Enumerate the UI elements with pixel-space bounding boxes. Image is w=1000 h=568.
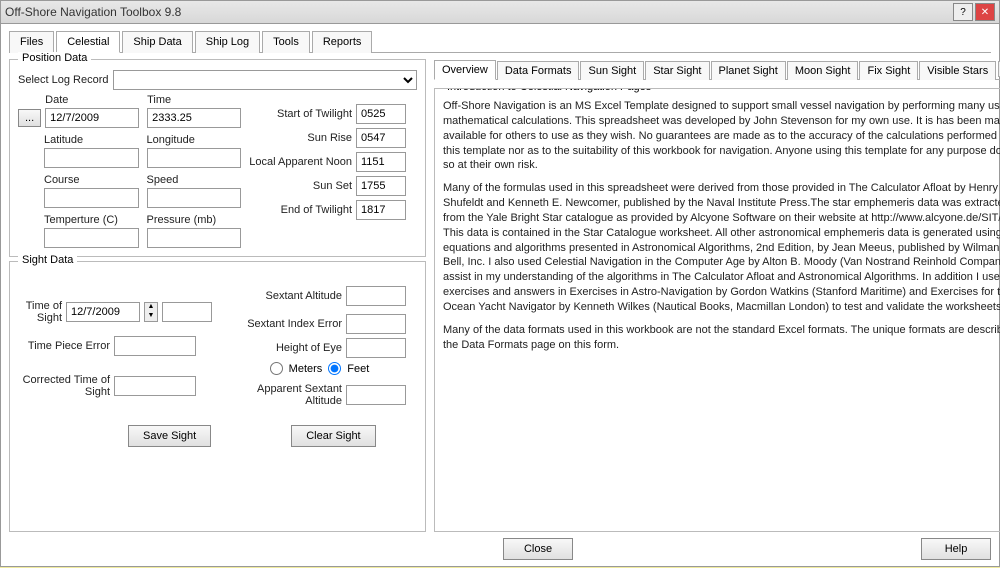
height-of-eye-label: Height of Eye xyxy=(222,342,342,354)
tab-star-sight[interactable]: Star Sight xyxy=(645,61,709,80)
local-noon-field[interactable] xyxy=(356,152,406,172)
time-of-sight-date[interactable] xyxy=(66,302,140,322)
window-controls: ? ✕ xyxy=(953,3,995,21)
select-log-record[interactable] xyxy=(113,70,418,90)
select-log-label: Select Log Record xyxy=(18,74,109,86)
tab-data-formats[interactable]: Data Formats xyxy=(497,61,580,80)
feet-label: Feet xyxy=(347,363,369,375)
end-twilight-field[interactable] xyxy=(356,200,406,220)
course-field[interactable] xyxy=(44,188,139,208)
feet-radio[interactable] xyxy=(328,362,341,375)
start-twilight-label: Start of Twilight xyxy=(247,108,352,120)
tab-planet-sight[interactable]: Planet Sight xyxy=(711,61,786,80)
time-piece-error-field[interactable] xyxy=(114,336,196,356)
sight-data-group: Sight Data Time of Sight ▲ ▼ xyxy=(9,261,426,532)
save-sight-button[interactable]: Save Sight xyxy=(128,425,211,447)
close-titlebar-button[interactable]: ✕ xyxy=(975,3,995,21)
tab-overview[interactable]: Overview xyxy=(434,60,496,80)
help-titlebar-button[interactable]: ? xyxy=(953,3,973,21)
position-data-title: Position Data xyxy=(18,52,91,64)
position-data-group: Position Data Select Log Record ... Date xyxy=(9,59,426,257)
tab-ship-data[interactable]: Ship Data xyxy=(122,31,192,53)
height-of-eye-field[interactable] xyxy=(346,338,406,358)
main-tabstrip: Files Celestial Ship Data Ship Log Tools… xyxy=(9,30,991,53)
right-panel: Overview Data Formats Sun Sight Star Sig… xyxy=(434,59,1000,532)
sextant-index-field[interactable] xyxy=(346,314,406,334)
intro-group: Introduction to Celestial Navigation Pag… xyxy=(434,88,1000,532)
intro-p1: Off-Shore Navigation is an MS Excel Temp… xyxy=(443,99,1000,173)
tab-reports[interactable]: Reports xyxy=(312,31,373,53)
corrected-time-label: Corrected Time of Sight xyxy=(18,374,110,398)
left-panel: Position Data Select Log Record ... Date xyxy=(9,59,426,532)
main-content: Position Data Select Log Record ... Date xyxy=(9,53,991,532)
intro-p3: Many of the data formats used in this wo… xyxy=(443,323,1000,353)
end-twilight-label: End of Twilight xyxy=(247,204,352,216)
longitude-field[interactable] xyxy=(147,148,242,168)
date-spinner[interactable]: ▲ ▼ xyxy=(144,302,158,322)
temperature-label: Temperture (C) xyxy=(44,214,139,226)
corrected-time-field[interactable] xyxy=(114,376,196,396)
local-noon-label: Local Apparent Noon xyxy=(247,156,352,168)
titlebar: Off-Shore Navigation Toolbox 9.8 ? ✕ xyxy=(0,0,1000,24)
intro-title: Introduction to Celestial Navigation Pag… xyxy=(443,88,655,93)
tab-tools[interactable]: Tools xyxy=(262,31,310,53)
date-field[interactable] xyxy=(45,108,139,128)
footer: Close Help xyxy=(9,532,991,560)
start-twilight-field[interactable] xyxy=(356,104,406,124)
window-body: Files Celestial Ship Data Ship Log Tools… xyxy=(0,24,1000,567)
more-button[interactable]: ... xyxy=(18,109,41,127)
pressure-label: Pressure (mb) xyxy=(147,214,242,226)
sunrise-label: Sun Rise xyxy=(247,132,352,144)
sight-data-title: Sight Data xyxy=(18,254,77,266)
intro-p2: Many of the formulas used in this spread… xyxy=(443,181,1000,315)
time-label: Time xyxy=(147,94,241,106)
tab-sun-sight[interactable]: Sun Sight xyxy=(580,61,644,80)
spinner-down-icon[interactable]: ▼ xyxy=(145,312,157,321)
sextant-alt-field[interactable] xyxy=(346,286,406,306)
latitude-label: Latitude xyxy=(44,134,139,146)
pressure-field[interactable] xyxy=(147,228,242,248)
right-tabstrip: Overview Data Formats Sun Sight Star Sig… xyxy=(434,59,1000,80)
help-button[interactable]: Help xyxy=(921,538,991,560)
sunset-field[interactable] xyxy=(356,176,406,196)
apparent-alt-field[interactable] xyxy=(346,385,406,405)
meters-radio[interactable] xyxy=(270,362,283,375)
close-button[interactable]: Close xyxy=(503,538,573,560)
intro-text: Off-Shore Navigation is an MS Excel Temp… xyxy=(443,99,1000,353)
tab-fix-sight[interactable]: Fix Sight xyxy=(859,61,918,80)
time-of-sight-field[interactable] xyxy=(162,302,212,322)
temperature-field[interactable] xyxy=(44,228,139,248)
sextant-alt-label: Sextant Altitude xyxy=(222,290,342,302)
sunset-label: Sun Set xyxy=(247,180,352,192)
time-field[interactable] xyxy=(147,108,241,128)
speed-field[interactable] xyxy=(147,188,242,208)
date-label: Date xyxy=(45,94,139,106)
window-title: Off-Shore Navigation Toolbox 9.8 xyxy=(5,5,953,19)
spinner-up-icon[interactable]: ▲ xyxy=(145,303,157,312)
sextant-index-label: Sextant Index Error xyxy=(222,318,342,330)
tab-moon-sight[interactable]: Moon Sight xyxy=(787,61,859,80)
clear-sight-button[interactable]: Clear Sight xyxy=(291,425,375,447)
tab-ship-log[interactable]: Ship Log xyxy=(195,31,260,53)
tab-visible-stars[interactable]: Visible Stars xyxy=(919,61,996,80)
longitude-label: Longitude xyxy=(147,134,242,146)
apparent-alt-label: Apparent Sextant Altitude xyxy=(222,383,342,407)
time-piece-error-label: Time Piece Error xyxy=(18,340,110,352)
time-of-sight-label: Time of Sight xyxy=(18,300,62,324)
speed-label: Speed xyxy=(147,174,242,186)
meters-label: Meters xyxy=(289,363,323,375)
tab-files[interactable]: Files xyxy=(9,31,54,53)
tab-celestial[interactable]: Celestial xyxy=(56,31,120,53)
latitude-field[interactable] xyxy=(44,148,139,168)
course-label: Course xyxy=(44,174,139,186)
sunrise-field[interactable] xyxy=(356,128,406,148)
